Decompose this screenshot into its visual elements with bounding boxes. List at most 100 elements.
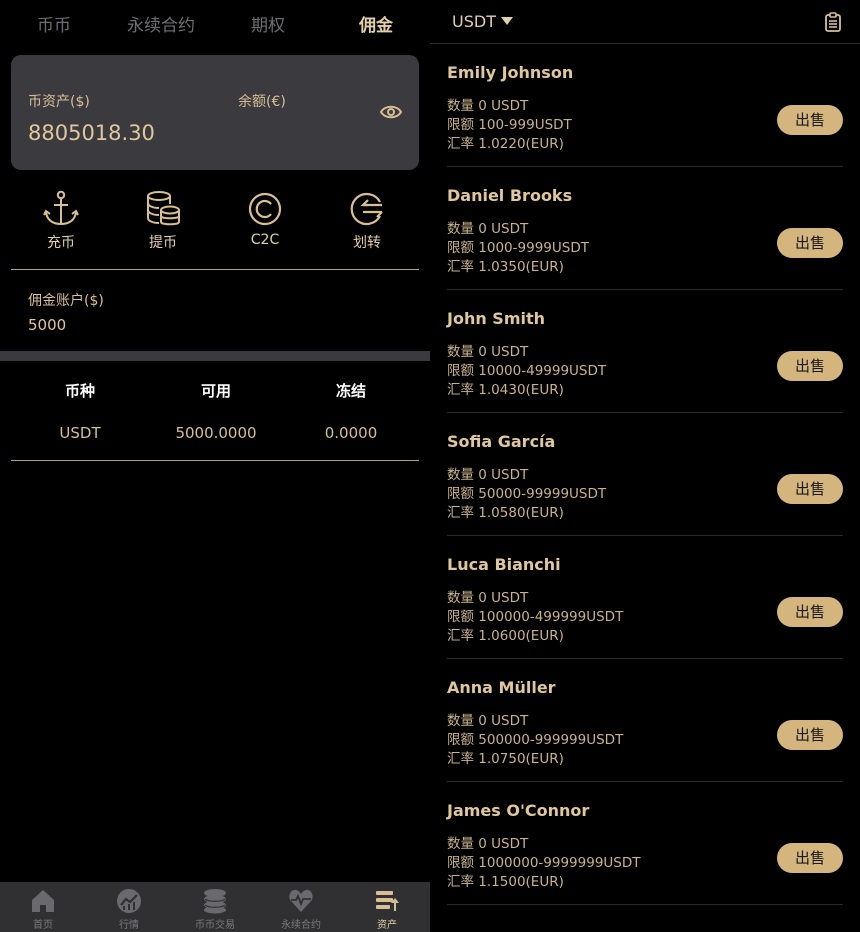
- asset-summary-card: 币资产($) 余额(€) 8805018.30: [11, 55, 419, 170]
- divider: [11, 269, 419, 270]
- column-available: 可用: [200, 382, 231, 400]
- offer-rate: 汇率 1.0750(EUR): [447, 751, 564, 767]
- c2c-icon: [248, 192, 282, 226]
- commission-account-label: 佣金账户($): [28, 293, 104, 309]
- offer-rate: 汇率 1.0430(EUR): [447, 382, 564, 398]
- tab-spot[interactable]: 币币: [37, 11, 71, 36]
- column-frozen: 冻结: [335, 382, 366, 400]
- withdraw-button[interactable]: 提币: [128, 190, 198, 252]
- sell-button[interactable]: 出售: [777, 228, 843, 258]
- column-currency: 币种: [64, 382, 95, 400]
- sell-button[interactable]: 出售: [777, 474, 843, 504]
- sell-button[interactable]: 出售: [777, 597, 843, 627]
- transfer-icon: [350, 192, 383, 226]
- nav-market[interactable]: 行情: [99, 888, 159, 931]
- cell-available: 5000.0000: [175, 424, 257, 442]
- nav-assets-label: 资产: [377, 920, 397, 931]
- offer-limit: 限额 100000-499999USDT: [447, 609, 624, 625]
- eye-icon[interactable]: [380, 103, 402, 121]
- offer-quantity: 数量 0 USDT: [447, 713, 529, 729]
- heart-rate-icon: [289, 889, 313, 912]
- list-item: Emily Johnson 数量 0 USDT 限额 100-999USDT 汇…: [447, 44, 843, 167]
- nav-perpetual[interactable]: 永续合约: [271, 888, 331, 931]
- offer-quantity: 数量 0 USDT: [447, 98, 529, 114]
- offer-limit: 限额 50000-99999USDT: [447, 486, 607, 502]
- deposit-button[interactable]: 充币: [26, 190, 96, 252]
- list-item: Daniel Brooks 数量 0 USDT 限额 1000-9999USDT…: [447, 167, 843, 290]
- offer-limit: 限额 1000000-9999999USDT: [447, 855, 641, 871]
- home-icon: [32, 890, 54, 912]
- offer-quantity: 数量 0 USDT: [447, 221, 529, 237]
- caret-down-icon: [500, 17, 513, 25]
- tab-options[interactable]: 期权: [251, 11, 285, 36]
- transfer-button[interactable]: 划转: [332, 190, 402, 252]
- asset-amount: 8805018.30: [28, 121, 155, 145]
- sell-button[interactable]: 出售: [777, 720, 843, 750]
- deposit-label: 充币: [47, 235, 75, 251]
- offer-rate: 汇率 1.0600(EUR): [447, 628, 564, 644]
- offer-limit: 限额 10000-49999USDT: [447, 363, 607, 379]
- merchant-name: Luca Bianchi: [447, 555, 561, 574]
- anchor-icon: [43, 190, 79, 226]
- nav-spot-trading-label: 币币交易: [195, 920, 235, 931]
- coin-assets-label: 币资产($): [28, 94, 90, 110]
- currency-selector[interactable]: USDT: [452, 12, 513, 31]
- currency-selector-value: USDT: [452, 12, 496, 31]
- offer-rate: 汇率 1.0220(EUR): [447, 136, 564, 152]
- merchant-name: John Smith: [447, 309, 546, 328]
- merchant-name: Emily Johnson: [447, 63, 574, 82]
- assets-icon: [376, 891, 399, 911]
- coins-icon: [204, 889, 226, 914]
- merchant-name: Daniel Brooks: [447, 186, 573, 205]
- withdraw-label: 提币: [149, 235, 177, 251]
- sell-button[interactable]: 出售: [777, 105, 843, 135]
- c2c-header: USDT: [430, 0, 860, 44]
- offer-quantity: 数量 0 USDT: [447, 836, 529, 852]
- section-separator: [0, 351, 430, 361]
- offer-limit: 限额 1000-9999USDT: [447, 240, 589, 256]
- offer-limit: 限额 100-999USDT: [447, 117, 572, 133]
- offer-rate: 汇率 1.0350(EUR): [447, 259, 564, 275]
- list-item: John Smith 数量 0 USDT 限额 10000-49999USDT …: [447, 290, 843, 413]
- assets-panel: 币币 永续合约 期权 佣金 币资产($) 余额(€) 8805018.30 充币: [0, 0, 430, 932]
- c2c-button[interactable]: C2C: [230, 190, 300, 248]
- nav-home[interactable]: 首页: [13, 888, 73, 931]
- offer-quantity: 数量 0 USDT: [447, 344, 529, 360]
- c2c-label: C2C: [250, 232, 280, 248]
- cell-currency: USDT: [59, 424, 101, 442]
- orders-document-icon[interactable]: [823, 12, 843, 32]
- list-item: Luca Bianchi 数量 0 USDT 限额 100000-499999U…: [447, 536, 843, 659]
- offer-quantity: 数量 0 USDT: [447, 590, 529, 606]
- quick-actions: 充币 提币 C2C 划转: [0, 190, 430, 260]
- list-item: Sofia García 数量 0 USDT 限额 50000-99999USD…: [447, 413, 843, 536]
- sell-button[interactable]: 出售: [777, 843, 843, 873]
- divider: [11, 460, 419, 461]
- cell-frozen: 0.0000: [324, 424, 378, 442]
- tab-perpetual[interactable]: 永续合约: [127, 11, 195, 36]
- offer-quantity: 数量 0 USDT: [447, 467, 529, 483]
- offer-rate: 汇率 1.0580(EUR): [447, 505, 564, 521]
- transfer-label: 划转: [353, 235, 381, 251]
- coin-stack-icon: [147, 191, 180, 226]
- nav-spot-trading[interactable]: 币币交易: [185, 888, 245, 931]
- list-item: Anna Müller 数量 0 USDT 限额 500000-999999US…: [447, 659, 843, 782]
- c2c-market-panel: USDT Emily Johnson 数量 0 USDT 限额 100-999U…: [430, 0, 860, 932]
- list-item: James O'Connor 数量 0 USDT 限额 1000000-9999…: [447, 782, 843, 905]
- merchant-name: James O'Connor: [447, 801, 590, 820]
- offer-limit: 限额 500000-999999USDT: [447, 732, 624, 748]
- nav-home-label: 首页: [33, 920, 53, 931]
- table-row: USDT 5000.0000 0.0000: [0, 424, 430, 448]
- balance-label: 余额(€): [238, 94, 286, 110]
- commission-account-value: 5000: [28, 316, 67, 334]
- offer-rate: 汇率 1.1500(EUR): [447, 874, 564, 890]
- tab-commission[interactable]: 佣金: [359, 11, 393, 36]
- nav-market-label: 行情: [119, 920, 139, 931]
- merchant-name: Anna Müller: [447, 678, 556, 697]
- bottom-navigation: 首页 行情 币币交易 永续合约 资产: [0, 882, 430, 932]
- balance-table-header: 币种 可用 冻结: [0, 380, 430, 404]
- nav-assets[interactable]: 资产: [357, 888, 417, 931]
- asset-tabs: 币币 永续合约 期权 佣金: [0, 0, 430, 44]
- nav-perpetual-label: 永续合约: [281, 920, 321, 931]
- sell-button[interactable]: 出售: [777, 351, 843, 381]
- offer-list: Emily Johnson 数量 0 USDT 限额 100-999USDT 汇…: [447, 44, 843, 905]
